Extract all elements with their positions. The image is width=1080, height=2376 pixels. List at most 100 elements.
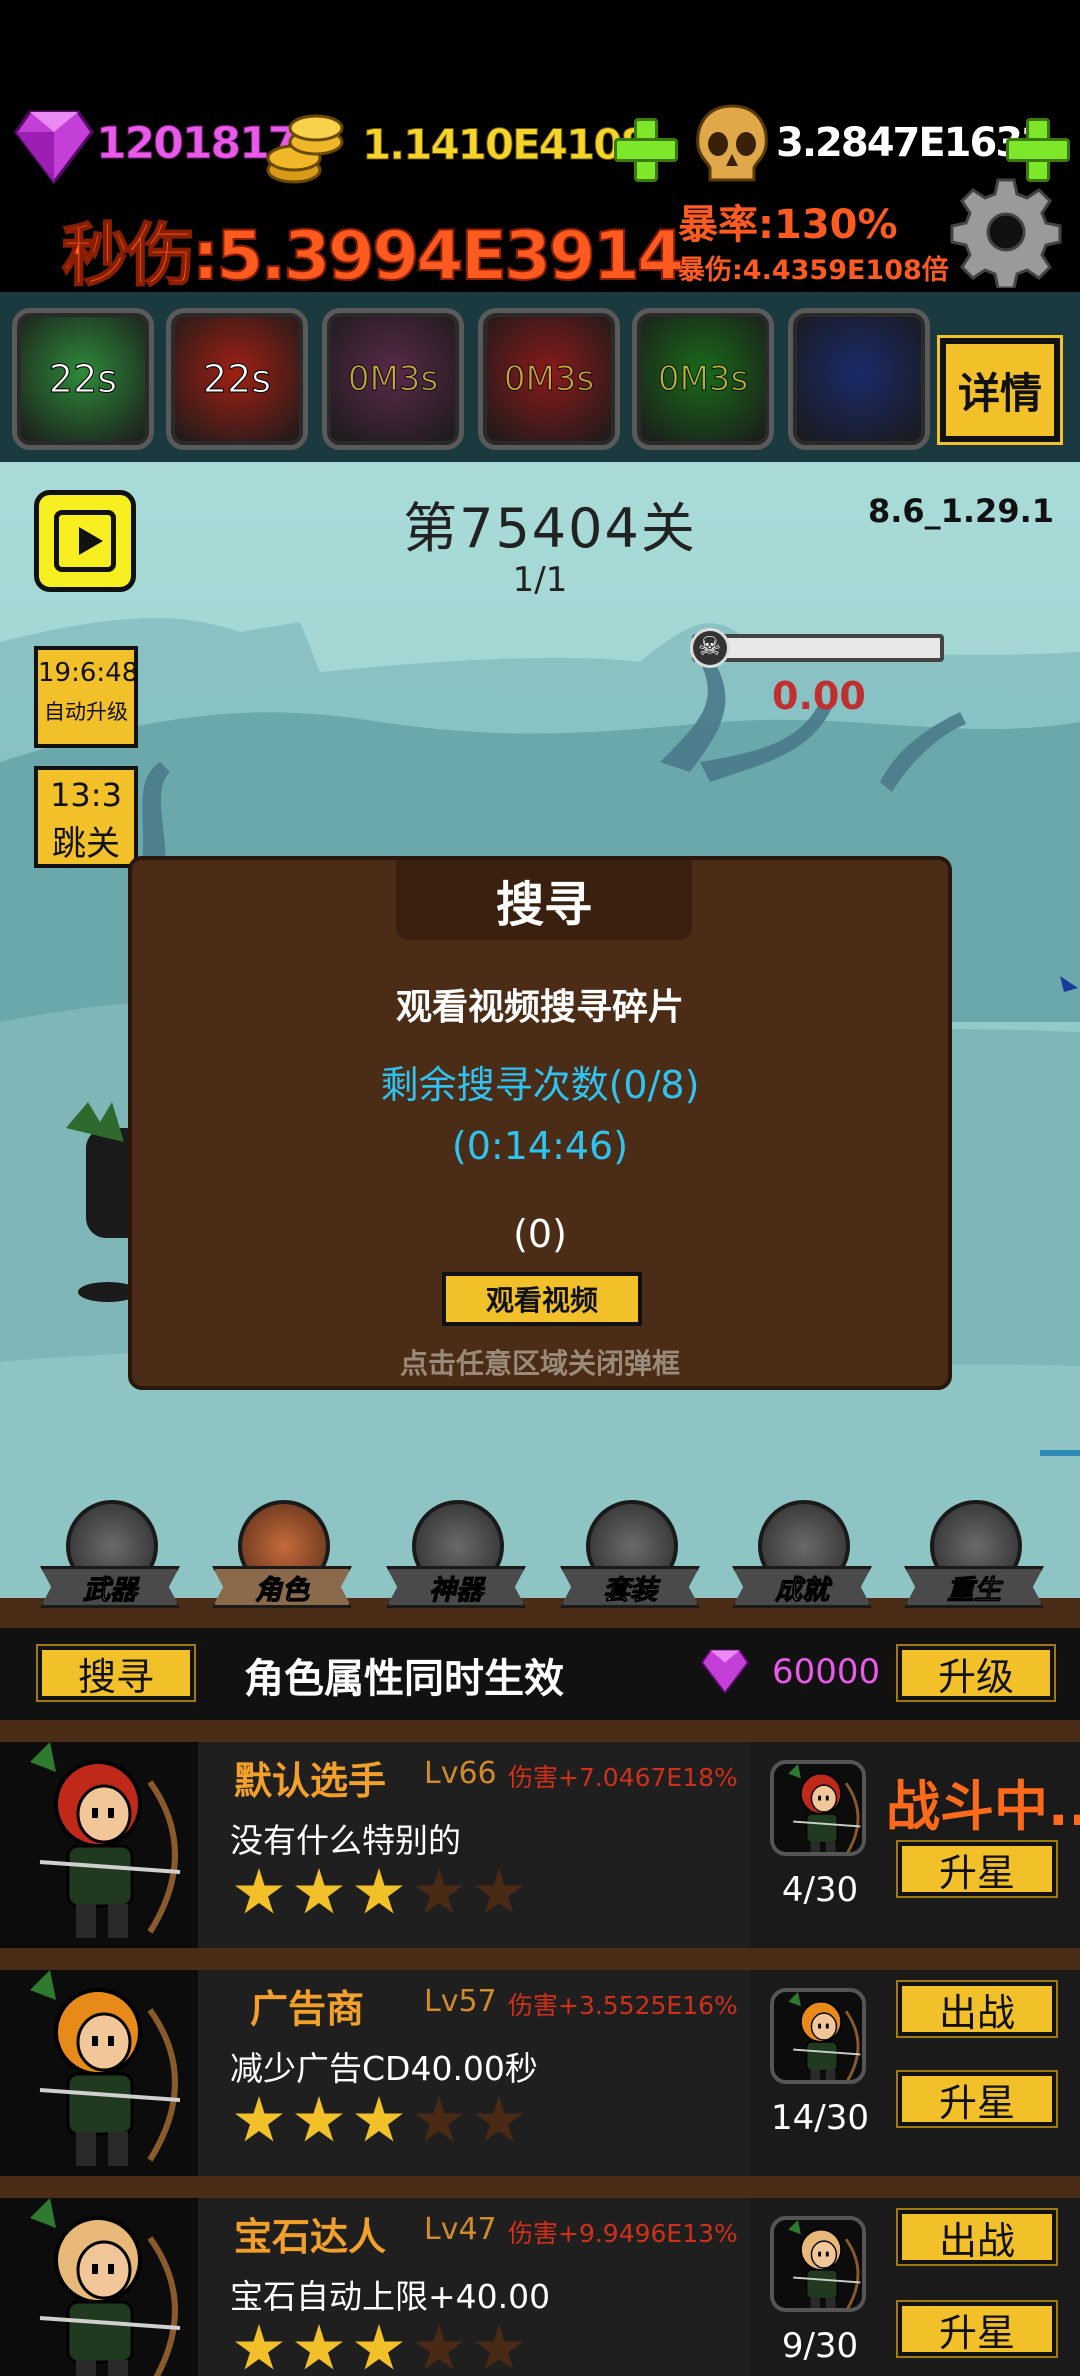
damage-per-second: 秒伤:5.3994E3914: [61, 216, 685, 297]
star-up-button[interactable]: 升星: [896, 1840, 1058, 1898]
dialog-title: 搜寻: [396, 860, 692, 940]
fragment-count: 4/30: [781, 1870, 859, 1910]
archer-portrait-icon: [30, 1970, 181, 2166]
fragment-count: 14/30: [771, 2098, 869, 2138]
character-row[interactable]: 广告商 Lv57 伤害+3.5525E16% 减少广告CD40.00秒 14/3…: [0, 1970, 1080, 2176]
auto-upgrade-timer: 19:6:48: [38, 658, 139, 688]
watch-video-button[interactable]: 观看视频: [442, 1272, 642, 1326]
tab-label: 神器: [386, 1566, 526, 1608]
star-filled-icon: [235, 2324, 283, 2370]
panel-header: 搜寻 角色属性同时生效 60000 升级: [0, 1628, 1080, 1720]
character-level: Lv57: [424, 1984, 497, 2019]
play-icon: [54, 510, 116, 572]
archer-mini-icon: [788, 2220, 861, 2308]
gem-icon: [700, 1649, 750, 1694]
details-button[interactable]: 详情: [937, 335, 1063, 445]
star-filled-icon: [295, 1868, 343, 1914]
tab-weapons[interactable]: 武器: [40, 1500, 180, 1618]
skip-stage-label: 跳关: [52, 824, 120, 864]
star-up-button[interactable]: 升星: [896, 2300, 1058, 2358]
auto-upgrade-box[interactable]: 19:6:48 自动升级: [34, 646, 138, 748]
tab-artifacts[interactable]: 神器: [386, 1500, 526, 1618]
character-info: 默认选手 Lv66 伤害+7.0467E18% 没有什么特别的: [198, 1742, 750, 1948]
character-damage-bonus: 伤害+7.0467E18%: [508, 1763, 738, 1792]
in-battle-status: 战斗中..: [886, 1775, 1080, 1838]
boss-hp-value: 0.00: [772, 674, 866, 718]
star-rating: [234, 2324, 524, 2374]
character-portrait: [0, 1970, 198, 2176]
settings-gear-icon[interactable]: [950, 176, 1062, 288]
deploy-button[interactable]: 出战: [896, 1980, 1058, 2038]
star-filled-icon: [235, 1868, 283, 1914]
main-tabs: 武器 角色 神器 套装 成就 重生: [0, 1500, 1080, 1628]
character-row[interactable]: 宝石达人 Lv47 伤害+9.9496E13% 宝石自动上限+40.00 9/3…: [0, 2198, 1080, 2376]
play-button[interactable]: [34, 490, 136, 592]
archer-mini-icon: [788, 1992, 861, 2080]
skill-slot-4[interactable]: 0M3s: [478, 308, 620, 450]
gem-icon: [14, 110, 94, 184]
character-actions: 14/30 出战 升星: [750, 1970, 1080, 2176]
wave-counter: 1/1: [512, 560, 568, 600]
add-souls-button[interactable]: [1006, 118, 1070, 182]
gold-count: 1.1410E4108: [362, 120, 651, 170]
star-empty-icon: [475, 2096, 523, 2142]
star-filled-icon: [235, 2096, 283, 2142]
character-portrait: [0, 1742, 198, 1948]
character-shard-icon: [770, 1760, 866, 1856]
star-filled-icon: [295, 2324, 343, 2370]
skill-slot-6[interactable]: [788, 308, 930, 450]
skill-slot-2[interactable]: 22s: [166, 308, 308, 450]
search-count: (0): [513, 1212, 567, 1256]
tab-label: 重生: [904, 1566, 1044, 1608]
character-level: Lv47: [424, 2212, 497, 2247]
skill-slot-1[interactable]: 22s: [12, 308, 154, 450]
upgrade-button[interactable]: 升级: [896, 1644, 1056, 1702]
tab-characters[interactable]: 角色: [212, 1500, 352, 1618]
tab-label: 成就: [732, 1566, 872, 1608]
row-separator: [0, 2176, 1080, 2198]
character-shard-icon: [770, 1988, 866, 2084]
character-info: 广告商 Lv57 伤害+3.5525E16% 减少广告CD40.00秒: [198, 1970, 750, 2176]
character-row[interactable]: 默认选手 Lv66 伤害+7.0467E18% 没有什么特别的 4/30 战斗中…: [0, 1742, 1080, 1948]
search-dialog[interactable]: 搜寻 观看视频搜寻碎片 剩余搜寻次数(0/8) (0:14:46) (0) 观看…: [128, 856, 952, 1390]
archer-portrait-icon: [30, 2198, 181, 2376]
star-rating: [234, 2096, 524, 2146]
auto-upgrade-label: 自动升级: [44, 700, 128, 724]
star-empty-icon: [415, 1868, 463, 1914]
character-actions: 9/30 出战 升星: [750, 2198, 1080, 2376]
fragment-count: 9/30: [781, 2326, 859, 2366]
search-button[interactable]: 搜寻: [36, 1644, 196, 1702]
panel-hint: 角色属性同时生效: [244, 1656, 564, 1702]
skill-slot-3[interactable]: 0M3s: [322, 308, 464, 450]
version-label: 8.6_1.29.1: [867, 492, 1054, 530]
character-damage-bonus: 伤害+9.9496E13%: [508, 2219, 738, 2248]
close-hint: 点击任意区域关闭弹框: [399, 1347, 680, 1380]
deploy-button[interactable]: 出战: [896, 2208, 1058, 2266]
tab-sets[interactable]: 套装: [560, 1500, 700, 1618]
crit-damage: 暴伤:4.4359E108倍: [678, 255, 949, 286]
tab-rebirth[interactable]: 重生: [904, 1500, 1044, 1618]
character-description: 没有什么特别的: [230, 1821, 461, 1860]
skip-stage-box[interactable]: 13:3 跳关: [34, 766, 138, 868]
crit-rate: 暴率:130%: [678, 202, 898, 248]
character-level: Lv66: [424, 1756, 497, 1791]
boss-skull-icon: [690, 628, 730, 668]
star-empty-icon: [415, 2096, 463, 2142]
remaining-searches: 剩余搜寻次数(0/8): [380, 1063, 700, 1107]
star-empty-icon: [415, 2324, 463, 2370]
row-separator: [0, 1948, 1080, 1970]
star-up-button[interactable]: 升星: [896, 2070, 1058, 2128]
star-empty-icon: [475, 2324, 523, 2370]
tab-label: 武器: [40, 1566, 180, 1608]
character-portrait: [0, 2198, 198, 2376]
add-gold-button[interactable]: [614, 118, 678, 182]
tab-achievements[interactable]: 成就: [732, 1500, 872, 1618]
character-shard-icon: [770, 2216, 866, 2312]
row-separator: [0, 1720, 1080, 1742]
gold-coins-icon: [266, 114, 344, 184]
star-rating: [234, 1868, 524, 1918]
skill-slot-5[interactable]: 0M3s: [632, 308, 774, 450]
skill-bar: 22s 22s 0M3s 0M3s 0M3s: [0, 292, 1080, 462]
character-damage-bonus: 伤害+3.5525E16%: [508, 1991, 738, 2020]
search-countdown: (0:14:46): [451, 1124, 629, 1168]
